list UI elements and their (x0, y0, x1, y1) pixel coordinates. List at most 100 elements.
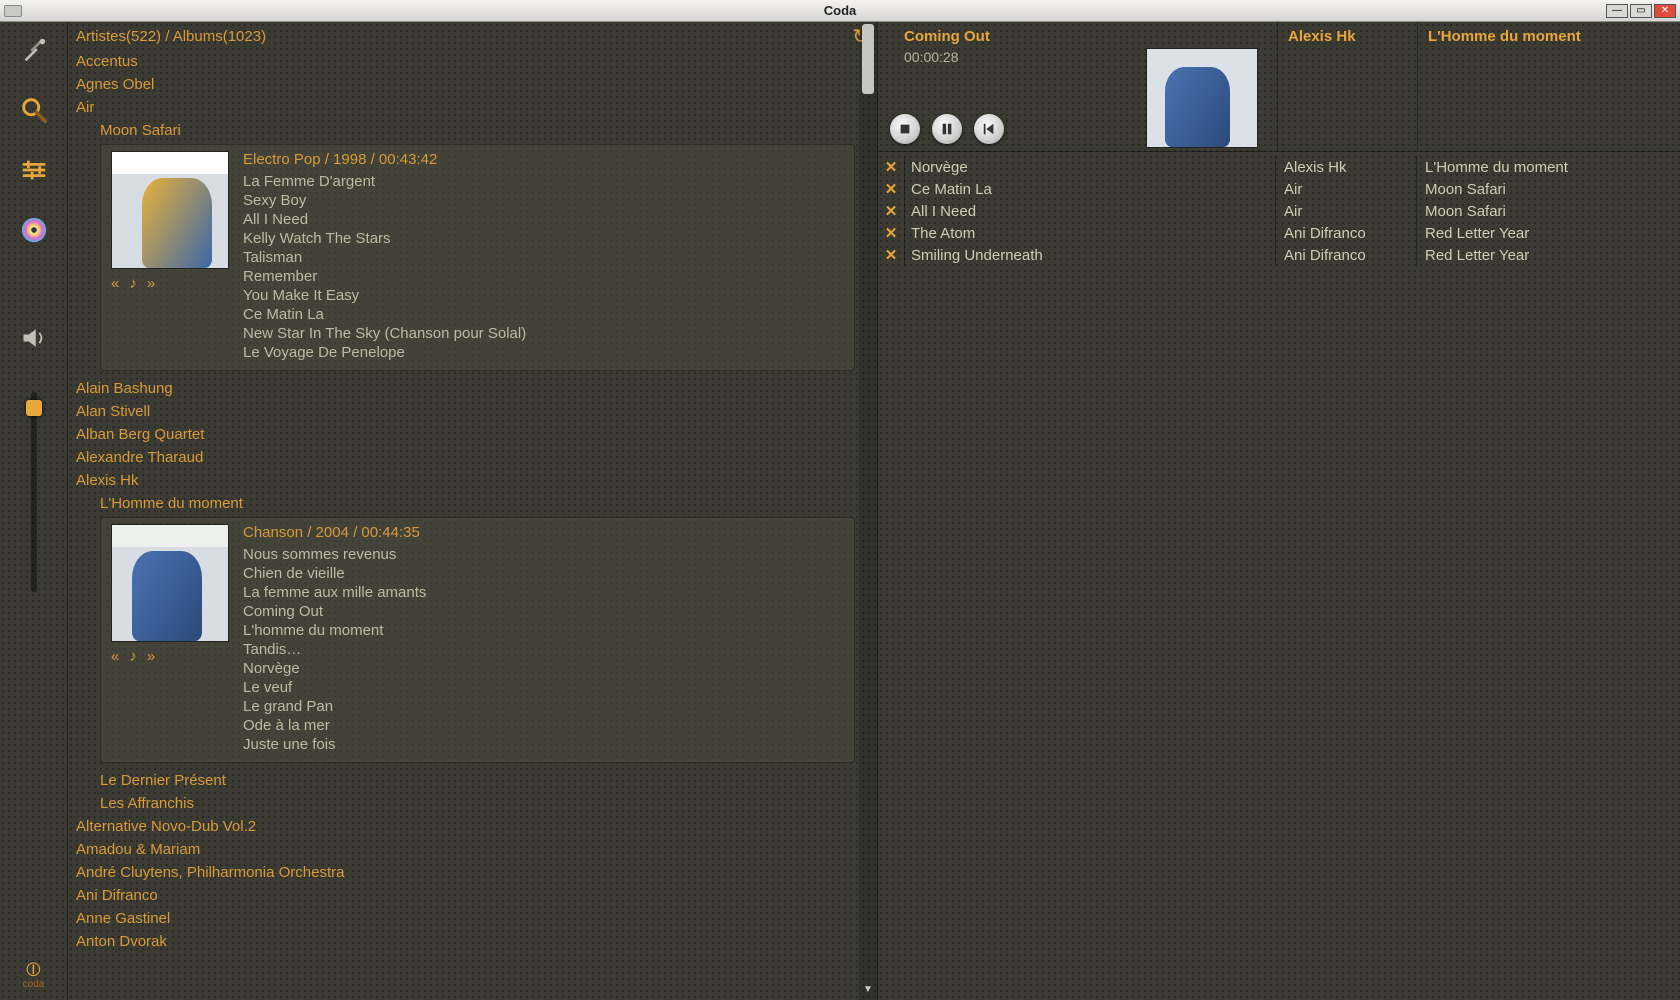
album-next-button[interactable]: » (147, 648, 155, 665)
artist-item[interactable]: André Cluytens, Philharmonia Orchestra (68, 861, 877, 884)
stop-button[interactable] (890, 114, 920, 144)
equalizer-icon[interactable] (18, 154, 50, 186)
now-playing-artist: Alexis Hk (1288, 28, 1356, 45)
queue-remove-button[interactable]: ✕ (878, 202, 904, 220)
artist-item[interactable]: Ani Difranco (68, 884, 877, 907)
queue-remove-button[interactable]: ✕ (878, 246, 904, 264)
album-entry[interactable]: Les Affranchis (68, 792, 877, 815)
disc-icon[interactable] (18, 214, 50, 246)
album-prev-button[interactable]: « (111, 275, 119, 292)
track-item[interactable]: Ode à la mer (243, 716, 426, 735)
volume-slider[interactable] (31, 392, 37, 592)
track-item[interactable]: L'homme du moment (243, 621, 426, 640)
queue-remove-button[interactable]: ✕ (878, 158, 904, 176)
album-meta: Chanson / 2004 / 00:44:35 (243, 524, 426, 541)
track-item[interactable]: Remember (243, 267, 526, 286)
track-item[interactable]: Le veuf (243, 678, 426, 697)
window-menu-icon[interactable] (4, 5, 22, 17)
track-item[interactable]: Talisman (243, 248, 526, 267)
queue-artist: Ani Difranco (1276, 247, 1416, 264)
track-item[interactable]: Tandis… (243, 640, 426, 659)
album-title[interactable]: L'Homme du moment (68, 492, 877, 515)
artist-item[interactable]: Anton Dvorak (68, 930, 877, 953)
window-minimize-button[interactable]: — (1606, 4, 1628, 18)
window-close-button[interactable]: ✕ (1654, 4, 1676, 18)
queue-remove-button[interactable]: ✕ (878, 224, 904, 242)
library-scrollbar[interactable]: ▼ (859, 22, 877, 1000)
queue-artist: Air (1276, 203, 1416, 220)
sidebar-rail: ⦶ coda (0, 22, 68, 1000)
album-play-button[interactable]: ♪ (129, 275, 137, 292)
queue-artist: Ani Difranco (1276, 225, 1416, 242)
now-playing-time: 00:00:28 (904, 49, 1670, 65)
queue-row: ✕NorvègeAlexis HkL'Homme du moment (878, 156, 1680, 178)
queue-album: Moon Safari (1417, 181, 1680, 198)
queue-row: ✕The AtomAni DifrancoRed Letter Year (878, 222, 1680, 244)
volume-thumb[interactable] (26, 400, 42, 416)
queue-title[interactable]: All I Need (905, 203, 1275, 220)
album-cover[interactable] (111, 524, 229, 642)
queue-title[interactable]: Ce Matin La (905, 181, 1275, 198)
track-item[interactable]: All I Need (243, 210, 526, 229)
queue-remove-button[interactable]: ✕ (878, 180, 904, 198)
track-item[interactable]: You Make It Easy (243, 286, 526, 305)
artist-item[interactable]: Alban Berg Quartet (68, 423, 877, 446)
queue-row: ✕All I NeedAirMoon Safari (878, 200, 1680, 222)
queue-artist: Air (1276, 181, 1416, 198)
pause-button[interactable] (932, 114, 962, 144)
track-item[interactable]: Kelly Watch The Stars (243, 229, 526, 248)
album-next-button[interactable]: » (147, 275, 155, 292)
now-playing: Coming Out 00:00:28 Alexis Hk L'Homme du… (878, 22, 1680, 152)
queue-row: ✕Ce Matin LaAirMoon Safari (878, 178, 1680, 200)
queue-title[interactable]: The Atom (905, 225, 1275, 242)
track-item[interactable]: Juste une fois (243, 735, 426, 754)
artist-item[interactable]: Accentus (68, 50, 877, 73)
album-title[interactable]: Moon Safari (68, 119, 877, 142)
artist-item[interactable]: Alexandre Tharaud (68, 446, 877, 469)
track-item[interactable]: La Femme D'argent (243, 172, 526, 191)
queue-row: ✕Smiling UnderneathAni DifrancoRed Lette… (878, 244, 1680, 266)
artist-item[interactable]: Alain Bashung (68, 377, 877, 400)
album-prev-button[interactable]: « (111, 648, 119, 665)
queue-title[interactable]: Smiling Underneath (905, 247, 1275, 264)
playback-panel: Coming Out 00:00:28 Alexis Hk L'Homme du… (878, 22, 1680, 1000)
artist-item[interactable]: Agnes Obel (68, 73, 877, 96)
queue-album: Red Letter Year (1417, 247, 1680, 264)
track-item[interactable]: La femme aux mille amants (243, 583, 426, 602)
queue-title[interactable]: Norvège (905, 159, 1275, 176)
queue-album: L'Homme du moment (1417, 159, 1680, 176)
artist-item[interactable]: Alexis Hk (68, 469, 877, 492)
artist-item[interactable]: Anne Gastinel (68, 907, 877, 930)
track-item[interactable]: New Star In The Sky (Chanson pour Solal) (243, 324, 526, 343)
artist-item[interactable]: Air (68, 96, 877, 119)
track-item[interactable]: Sexy Boy (243, 191, 526, 210)
search-icon[interactable] (18, 94, 50, 126)
tools-icon[interactable] (18, 34, 50, 66)
app-logo: ⦶ coda (0, 961, 67, 990)
album-box: « ♪ » Electro Pop / 1998 / 00:43:42 La Femme… (100, 144, 855, 371)
library-panel: Artistes(522) / Albums(1023) ↻ AccentusA… (68, 22, 878, 1000)
track-item[interactable]: Le grand Pan (243, 697, 426, 716)
album-cover[interactable] (111, 151, 229, 269)
queue-album: Moon Safari (1417, 203, 1680, 220)
window-title: Coda (824, 3, 857, 18)
artist-item[interactable]: Alan Stivell (68, 400, 877, 423)
album-play-button[interactable]: ♪ (129, 648, 137, 665)
artist-item[interactable]: Alternative Novo-Dub Vol.2 (68, 815, 877, 838)
album-meta: Electro Pop / 1998 / 00:43:42 (243, 151, 526, 168)
speaker-icon[interactable] (18, 322, 50, 354)
queue-artist: Alexis Hk (1276, 159, 1416, 176)
track-item[interactable]: Le Voyage De Penelope (243, 343, 526, 362)
track-item[interactable]: Coming Out (243, 602, 426, 621)
track-item[interactable]: Norvège (243, 659, 426, 678)
previous-button[interactable] (974, 114, 1004, 144)
track-item[interactable]: Ce Matin La (243, 305, 526, 324)
scrollbar-thumb[interactable] (862, 24, 874, 94)
window-maximize-button[interactable]: ▭ (1630, 4, 1652, 18)
library-header: Artistes(522) / Albums(1023) (76, 28, 266, 45)
play-queue: ✕NorvègeAlexis HkL'Homme du moment✕Ce Ma… (878, 152, 1680, 1000)
track-item[interactable]: Nous sommes revenus (243, 545, 426, 564)
track-item[interactable]: Chien de vieille (243, 564, 426, 583)
album-entry[interactable]: Le Dernier Présent (68, 769, 877, 792)
artist-item[interactable]: Amadou & Mariam (68, 838, 877, 861)
